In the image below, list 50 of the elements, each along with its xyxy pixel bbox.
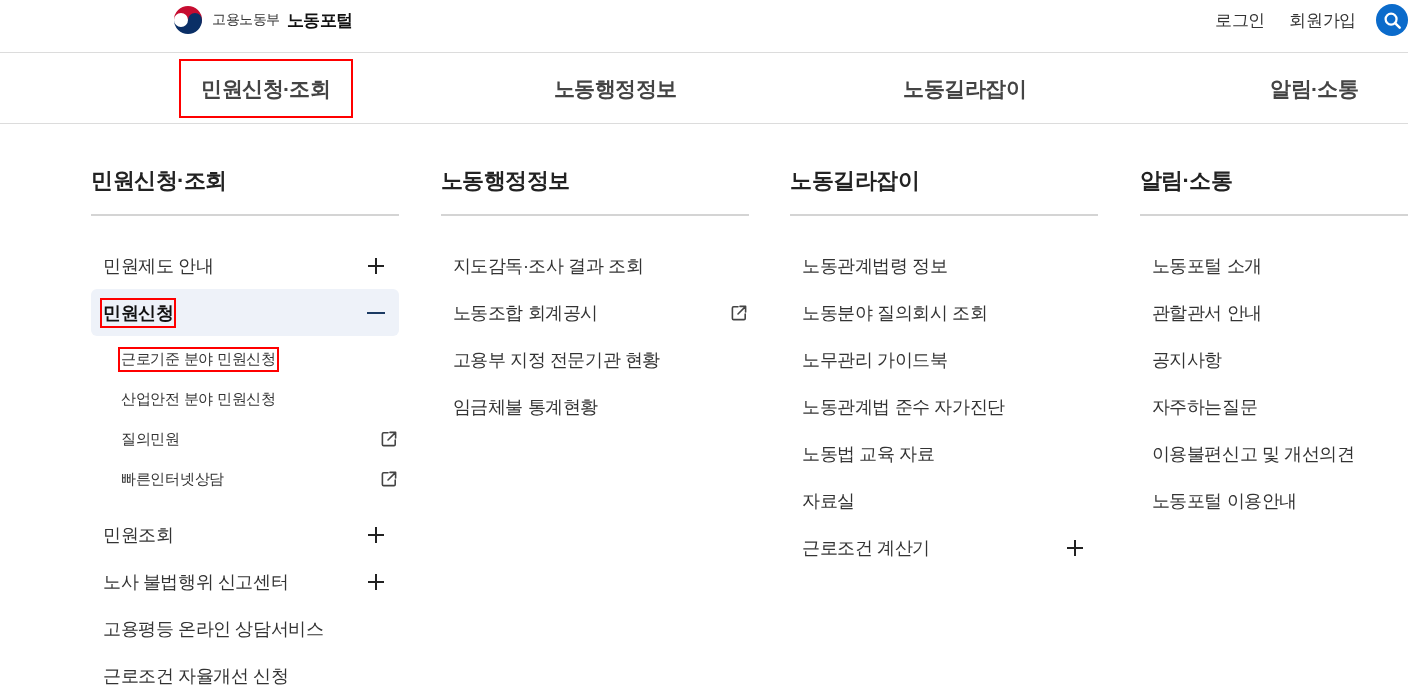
menu-item[interactable]: 노동분야 질의회시 조회	[790, 289, 1098, 336]
menu-item[interactable]: 민원조회	[91, 511, 399, 558]
menu-item[interactable]: 지도감독·조사 결과 조회	[440, 242, 749, 289]
nav-menu-item[interactable]: 민원신청·조회	[179, 58, 353, 118]
portal-name[interactable]: 노동포털	[286, 8, 353, 32]
header-link[interactable]: 회원가입	[1289, 8, 1356, 32]
external-link-icon	[381, 471, 397, 487]
plus-icon	[367, 572, 385, 591]
submenu-item[interactable]: 질의민원	[121, 419, 399, 459]
menu-item[interactable]: 노사 불법행위 신고센터	[91, 558, 399, 605]
plus-icon	[367, 525, 385, 544]
menu-item[interactable]: 근로조건 자율개선 신청	[91, 652, 399, 699]
menu-item[interactable]: 민원신청	[91, 289, 399, 336]
ministry-name[interactable]: 고용노동부	[212, 11, 280, 29]
menu-item[interactable]: 근로조건 계산기	[790, 524, 1098, 571]
submenu-item[interactable]: 빠른인터넷상담	[121, 459, 399, 499]
menu-item[interactable]: 노동법 교육 자료	[790, 430, 1098, 477]
menu-column-title: 노동행정정보	[440, 166, 749, 216]
search-button[interactable]	[1376, 4, 1408, 36]
menu-column-title: 노동길라잡이	[790, 166, 1098, 216]
menu-item[interactable]: 공지사항	[1139, 336, 1408, 383]
minus-icon	[367, 311, 385, 314]
menu-item[interactable]: 노동조합 회계공시	[440, 289, 749, 336]
header-link[interactable]: 로그인	[1215, 8, 1266, 32]
menu-item[interactable]: 노동관계법령 정보	[790, 242, 1098, 289]
menu-column-title: 민원신청·조회	[91, 166, 399, 216]
nav-menu-item[interactable]: 노동길라잡이	[881, 58, 1049, 118]
submenu-item[interactable]: 산업안전 분야 민원신청	[121, 379, 399, 419]
menu-item[interactable]: 관할관서 안내	[1139, 289, 1408, 336]
menu-item[interactable]: 고용평등 온라인 상담서비스	[91, 605, 399, 652]
menu-item[interactable]: 노동포털 소개	[1139, 242, 1408, 289]
external-link-icon	[381, 431, 397, 447]
search-icon	[1383, 11, 1401, 29]
menu-item[interactable]: 민원제도 안내	[91, 242, 399, 289]
menu-item[interactable]: 노무관리 가이드북	[790, 336, 1098, 383]
menu-item[interactable]: 노동관계법 준수 자가진단	[790, 383, 1098, 430]
external-link-icon	[730, 304, 747, 321]
menu-item[interactable]: 자주하는질문	[1139, 383, 1408, 430]
menu-item[interactable]: 임금체불 통계현황	[440, 383, 749, 430]
nav-menu-item[interactable]: 노동행정정보	[531, 58, 699, 118]
menu-item[interactable]: 자료실	[790, 477, 1098, 524]
submenu-item[interactable]: 근로기준 분야 민원신청	[121, 339, 399, 379]
plus-icon	[367, 256, 385, 275]
plus-icon	[1066, 538, 1084, 557]
nav-menu-item[interactable]: 알림·소통	[1248, 58, 1381, 118]
menu-item[interactable]: 이용불편신고 및 개선의견	[1139, 430, 1408, 477]
menu-item[interactable]: 고용부 지정 전문기관 현황	[440, 336, 749, 383]
menu-column-title: 알림·소통	[1139, 166, 1408, 216]
menu-item[interactable]: 노동포털 이용안내	[1139, 477, 1408, 524]
emblem-icon	[172, 4, 204, 36]
